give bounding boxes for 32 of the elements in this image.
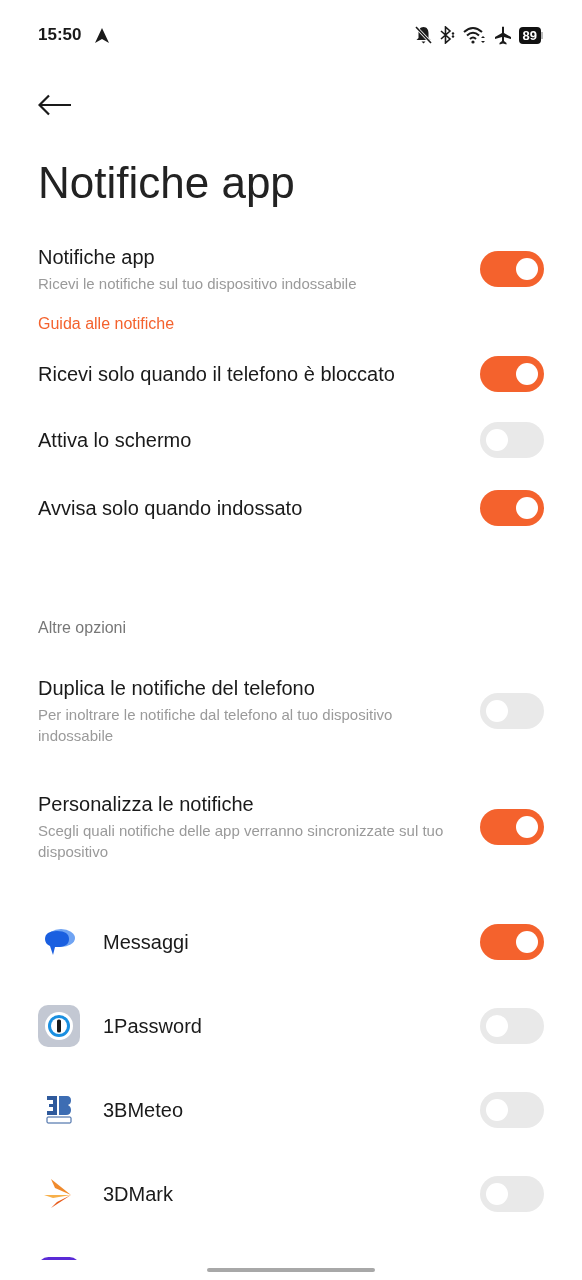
setting-label: Duplica le notifiche del telefono: [38, 676, 316, 700]
status-time: 15:50: [38, 24, 82, 47]
setting-label: Personalizza le notifiche: [38, 792, 255, 816]
lock-keyhole-icon: [38, 1005, 80, 1047]
setting-label: Attiva lo schermo: [38, 428, 192, 452]
setting-label: Ricevi solo quando il telefono è bloccato: [38, 362, 395, 386]
wifi-icon: [462, 26, 487, 44]
setting-description: Scegli quali notifiche delle app verranno sincronizzate sul tuo dispositivo: [38, 821, 445, 862]
page-title: Notifiche app: [38, 156, 295, 209]
chat-bubble-icon: [42, 927, 76, 957]
app-name: 3DMark: [103, 1182, 173, 1207]
setting-label: Notifiche app: [38, 244, 156, 269]
app-name: 3BMeteo: [103, 1098, 184, 1123]
toggle-switch[interactable]: [480, 251, 544, 287]
bluetooth-icon: [438, 26, 456, 44]
weather-logo-icon: [46, 1095, 72, 1125]
setting-label: Avvisa solo quando indossato: [38, 496, 303, 520]
section-header: Altre opzioni: [38, 618, 127, 638]
app-name: Messaggi: [103, 930, 189, 955]
toggle-switch[interactable]: [480, 356, 544, 392]
setting-description: Ricevi le notifiche sul tuo dispositivo indossabile: [38, 273, 357, 294]
navigation-icon: [95, 27, 110, 43]
airplane-icon: [493, 25, 512, 45]
app-name: 1Password: [103, 1014, 202, 1039]
guide-link[interactable]: Guida alle notifiche: [38, 312, 175, 336]
battery-level: 89: [518, 26, 541, 44]
toggle-switch[interactable]: [480, 809, 544, 845]
bell-off-icon: [414, 26, 432, 44]
toggle-switch[interactable]: [480, 924, 544, 960]
back-icon[interactable]: [38, 94, 72, 116]
toggle-switch[interactable]: [480, 490, 544, 526]
setting-description: Per inoltrare le notifiche dal telefono al tuo dispositivo indossabile: [38, 705, 394, 746]
